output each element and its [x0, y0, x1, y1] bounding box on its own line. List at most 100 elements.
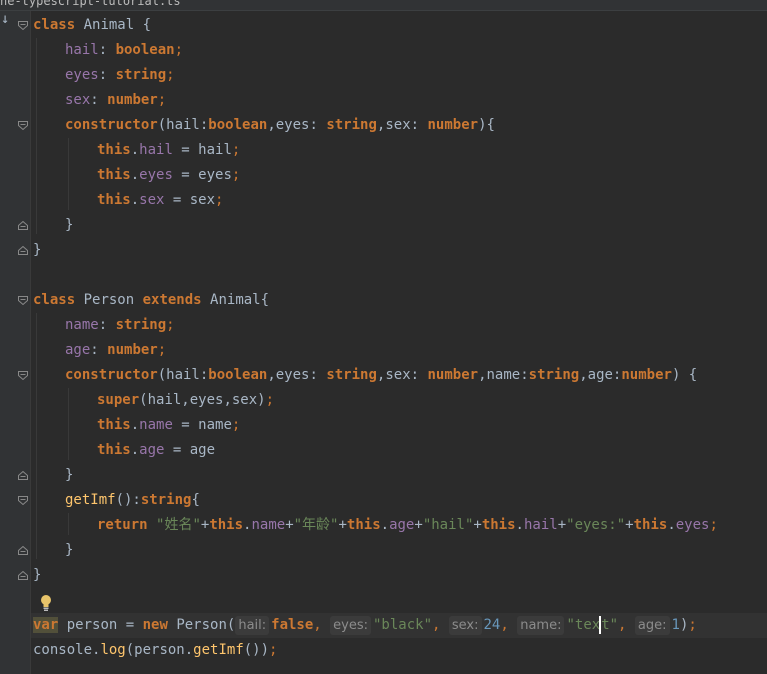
indent-guide [68, 513, 69, 535]
fold-close-icon[interactable] [18, 546, 28, 555]
fold-close-icon[interactable] [18, 246, 28, 255]
fold-close-icon[interactable] [18, 571, 28, 580]
fold-open-icon[interactable] [18, 121, 28, 130]
keyword: super [97, 392, 140, 408]
type-name: string [115, 317, 167, 333]
field-name: age [389, 517, 415, 533]
param-hint: hail: [235, 616, 270, 635]
dot: . [130, 192, 140, 208]
code-line[interactable]: class Animal { [33, 13, 151, 38]
code-line[interactable]: this.name = name; [97, 413, 240, 438]
code-line[interactable]: constructor(hail:boolean,eyes: string,se… [65, 363, 697, 388]
dot: . [667, 517, 676, 533]
code-line[interactable]: } [33, 563, 41, 588]
indent-guide [68, 388, 69, 460]
brace: } [65, 467, 74, 483]
semicolon: ; [231, 417, 241, 433]
keyword: this [97, 442, 131, 458]
code-line[interactable]: eyes: string; [65, 63, 175, 88]
field-name: eyes [139, 167, 173, 183]
keyword: extends [142, 292, 202, 308]
params: ){ [478, 117, 495, 133]
code-editor[interactable]: ne-typescript-tutorial.ts ↓ class Animal… [0, 0, 767, 674]
indent-guide [36, 313, 37, 559]
code-line[interactable]: name: string; [65, 313, 175, 338]
args: ()) [243, 642, 270, 658]
type-name: number [107, 342, 158, 358]
code-line[interactable]: hail: boolean; [65, 38, 183, 63]
field-name: hail [523, 517, 558, 533]
class-call: Person( [167, 617, 236, 633]
semicolon: ; [709, 517, 718, 533]
code-line[interactable]: sex: number; [65, 88, 166, 113]
file-path: ne-typescript-tutorial.ts [0, 0, 181, 8]
operator: + [557, 517, 567, 533]
code-line[interactable]: } [65, 538, 73, 563]
operator: + [285, 517, 294, 533]
fold-open-icon[interactable] [18, 296, 28, 305]
fold-open-icon[interactable] [18, 371, 28, 380]
colon: : [98, 67, 116, 83]
params: ,sex: [376, 117, 428, 133]
code-line[interactable]: this.eyes = eyes; [97, 163, 240, 188]
code-line[interactable]: this.age = age [97, 438, 215, 463]
dot: . [130, 417, 140, 433]
field-name: age [65, 342, 91, 358]
string-literal: "eyes:" [566, 517, 626, 533]
brace: } [65, 217, 74, 233]
type-name: boolean [208, 117, 268, 133]
fold-close-icon[interactable] [18, 221, 28, 230]
colon: : [98, 42, 116, 58]
code-line[interactable]: age: number; [65, 338, 166, 363]
code-line[interactable]: } [65, 463, 73, 488]
code-line[interactable]: } [33, 238, 41, 263]
semicolon: ; [215, 192, 224, 208]
dot: . [130, 167, 140, 183]
string-literal: t" [601, 617, 619, 633]
params: (hail: [157, 367, 209, 383]
code-line[interactable]: class Person extends Animal{ [33, 288, 269, 313]
field-name: hail [65, 42, 99, 58]
semicolon: ; [688, 617, 697, 633]
keyword: this [97, 192, 131, 208]
code-line[interactable]: getImf():string{ [65, 488, 200, 513]
string-literal: "年龄" [293, 517, 339, 533]
object-name: console. [33, 642, 101, 658]
dot: . [380, 517, 390, 533]
keyword: constructor [65, 367, 158, 383]
keyword: class [33, 292, 76, 308]
semicolon: ; [157, 342, 167, 358]
field-name: eyes [675, 517, 710, 533]
type-name: string [326, 117, 377, 133]
code-line[interactable]: super(hail,eyes,sex); [97, 388, 274, 413]
code-line[interactable]: this.sex = sex; [97, 188, 223, 213]
semicolon: ; [157, 92, 167, 108]
type-name: string [115, 67, 167, 83]
field-name: hail [139, 142, 173, 158]
type-name: number [427, 367, 479, 383]
code-line[interactable]: return "姓名"+this.name+"年龄"+this.age+"hai… [97, 513, 718, 538]
params: (): [115, 492, 141, 508]
code-line[interactable]: constructor(hail:boolean,eyes: string,se… [65, 113, 495, 138]
type-name: string [528, 367, 580, 383]
code-line[interactable]: this.hail = hail; [97, 138, 240, 163]
dot: . [130, 442, 140, 458]
operator: + [414, 517, 423, 533]
operator: + [625, 517, 634, 533]
string-literal: "hail" [422, 517, 474, 533]
down-arrow-icon[interactable]: ↓ [1, 12, 9, 26]
fold-open-icon[interactable] [18, 21, 28, 30]
fold-open-icon[interactable] [18, 496, 28, 505]
code-line-current[interactable]: var person = new Person(hail: false, eyes… [33, 613, 697, 638]
lightbulb-icon[interactable] [39, 594, 53, 612]
keyword: this [481, 517, 516, 533]
semicolon: ; [166, 317, 175, 333]
number-literal: 1 [671, 617, 680, 633]
type-name: string [140, 492, 192, 508]
code-line[interactable]: } [65, 213, 73, 238]
dot: . [130, 142, 140, 158]
type-name: boolean [115, 42, 175, 58]
code-line[interactable]: console.log(person.getImf()); [33, 638, 277, 663]
fold-close-icon[interactable] [18, 471, 28, 480]
params: ,age: [579, 367, 622, 383]
